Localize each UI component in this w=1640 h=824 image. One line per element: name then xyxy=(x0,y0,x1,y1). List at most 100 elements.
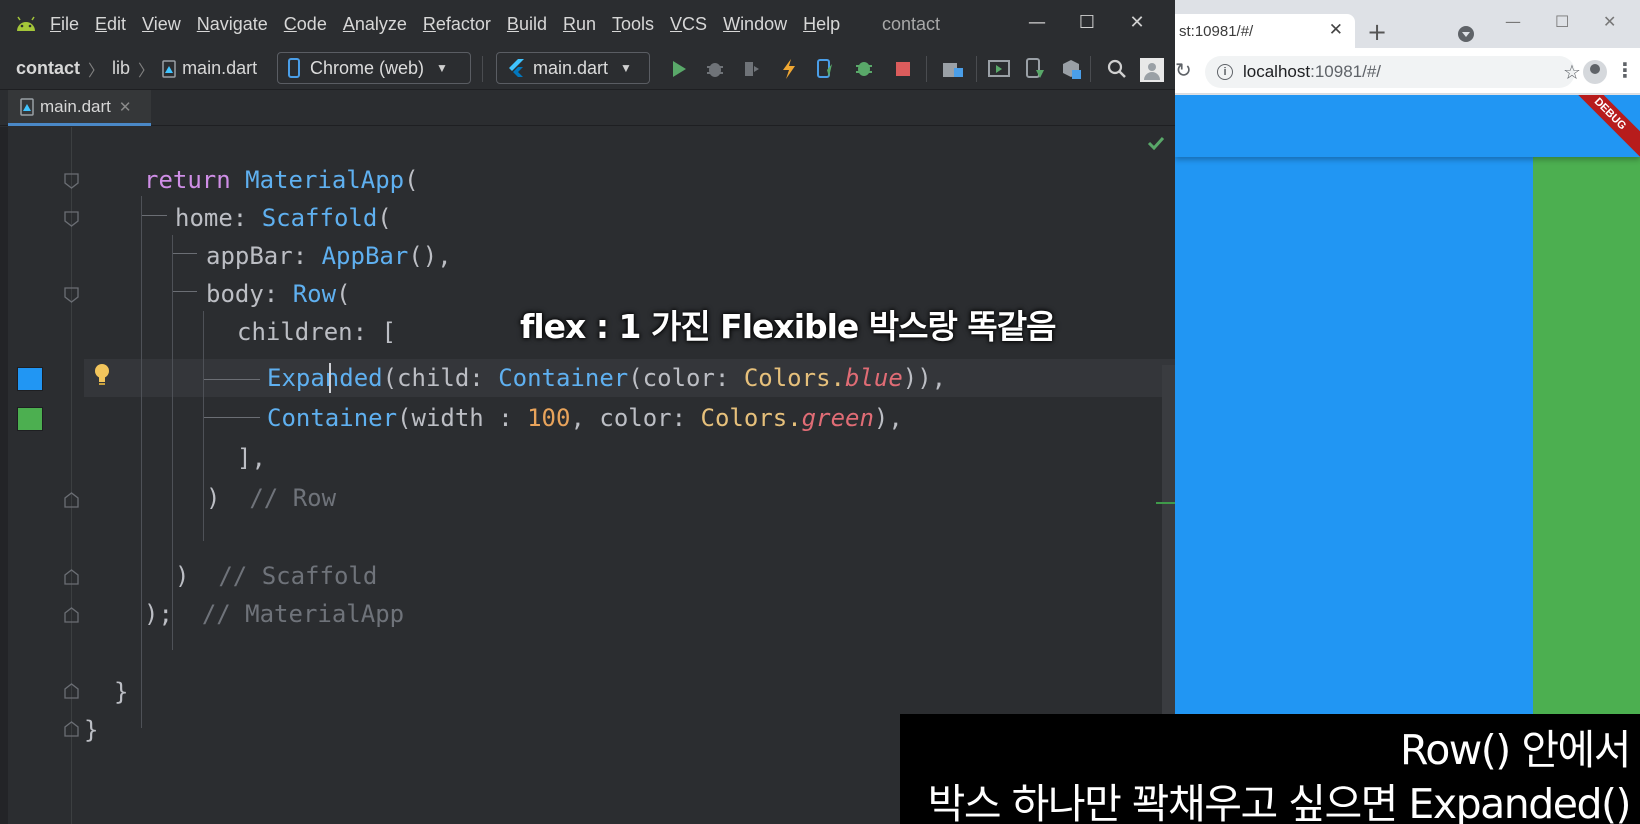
code-token: children: xyxy=(237,318,368,346)
close-icon[interactable]: ✕ xyxy=(119,98,132,116)
maximize-icon[interactable]: ☐ xyxy=(1555,12,1569,31)
code-line-11[interactable]: ); // MaterialApp xyxy=(144,595,404,633)
code-token: Container xyxy=(267,404,398,432)
code-line-9[interactable]: ) // Row xyxy=(206,479,336,517)
fold-icon[interactable] xyxy=(64,492,79,508)
toolbar-separator xyxy=(482,56,483,82)
menu-code[interactable]: Code xyxy=(284,14,327,35)
menu-help[interactable]: Help xyxy=(803,14,840,35)
color-swatch-blue[interactable] xyxy=(17,367,43,391)
menu-view[interactable]: View xyxy=(142,14,181,35)
hot-restart-icon[interactable] xyxy=(814,58,836,80)
code-line-8[interactable]: ], xyxy=(237,439,266,477)
editor-edge xyxy=(0,127,8,824)
hot-reload-icon[interactable] xyxy=(778,58,800,80)
run-config-selector[interactable]: main.dart ▼ xyxy=(496,52,650,84)
address-bar[interactable]: i localhost:10981/#/ ☆ xyxy=(1205,56,1581,88)
fold-icon[interactable] xyxy=(64,211,79,227)
menu-file[interactable]: File xyxy=(50,14,79,35)
fold-icon[interactable] xyxy=(64,607,79,623)
code-line-2[interactable]: home: Scaffold( xyxy=(175,199,392,237)
browser-toolbar: ↻ i localhost:10981/#/ ☆ ⋮ xyxy=(1175,48,1640,94)
lightbulb-icon[interactable] xyxy=(92,362,112,392)
fold-icon[interactable] xyxy=(64,287,79,303)
new-tab-icon[interactable]: + xyxy=(1367,18,1387,46)
stop-icon[interactable] xyxy=(892,58,914,80)
minimize-icon[interactable]: — xyxy=(1505,12,1521,31)
device-selector[interactable]: Chrome (web) ▼ xyxy=(277,52,471,84)
android-icon[interactable] xyxy=(14,12,38,36)
info-icon[interactable]: i xyxy=(1217,64,1233,80)
chevron-right-icon: 〉 xyxy=(138,60,155,80)
fold-icon[interactable] xyxy=(64,683,79,699)
code-token: ) xyxy=(206,484,221,512)
code-token: (color: xyxy=(628,364,744,392)
code-line-13[interactable]: } xyxy=(84,711,98,749)
menu-window[interactable]: Window xyxy=(723,14,787,35)
fold-icon[interactable] xyxy=(64,569,79,585)
menu-run[interactable]: Run xyxy=(563,14,596,35)
indent-guide xyxy=(173,291,197,292)
color-swatch-green[interactable] xyxy=(17,407,43,431)
code-token: } xyxy=(114,678,129,706)
dart-file-icon xyxy=(20,97,34,116)
minimize-icon[interactable]: — xyxy=(1022,10,1052,36)
device-selector-label: Chrome (web) xyxy=(310,57,425,78)
menu-vcs[interactable]: VCS xyxy=(670,14,707,35)
chevron-right-icon: 〉 xyxy=(88,60,105,80)
more-icon[interactable]: ⋮ xyxy=(1615,58,1635,82)
breadcrumb-file[interactable]: main.dart xyxy=(182,58,257,79)
browser-tab-strip: st:10981/#/ ✕ + — ☐ ✕ xyxy=(1175,0,1640,48)
flutter-icon xyxy=(507,58,525,78)
menu-bar: File Edit View Navigate Code Analyze Ref… xyxy=(0,0,1175,48)
browser-tab[interactable]: st:10981/#/ ✕ xyxy=(1175,14,1355,48)
menu-edit[interactable]: Edit xyxy=(95,14,126,35)
code-line-4[interactable]: body: Row( xyxy=(206,275,351,313)
code-line-10[interactable]: ) // Scaffold xyxy=(175,557,377,595)
code-line-1[interactable]: return MaterialApp( xyxy=(144,161,419,199)
menu-navigate[interactable]: Navigate xyxy=(197,14,268,35)
fold-icon[interactable] xyxy=(64,721,79,737)
close-icon[interactable]: ✕ xyxy=(1122,10,1152,36)
menu-build[interactable]: Build xyxy=(507,14,547,35)
tab-search-icon[interactable] xyxy=(1458,26,1474,42)
attach-debugger-icon[interactable] xyxy=(854,58,876,80)
breadcrumb-folder[interactable]: lib xyxy=(112,58,130,79)
indent-guide xyxy=(204,417,260,418)
code-token: (child: xyxy=(382,364,499,392)
star-icon[interactable]: ☆ xyxy=(1563,60,1581,84)
indent-guide xyxy=(204,379,260,380)
coverage-icon[interactable] xyxy=(740,58,762,80)
close-icon[interactable]: ✕ xyxy=(1329,20,1343,40)
menu-analyze[interactable]: Analyze xyxy=(343,14,407,35)
menu-refactor[interactable]: Refactor xyxy=(423,14,491,35)
code-line-3[interactable]: appBar: AppBar(), xyxy=(206,237,452,275)
fold-icon[interactable] xyxy=(64,173,79,189)
code-line-5[interactable]: children: [ xyxy=(237,313,396,351)
close-icon[interactable]: ✕ xyxy=(1603,12,1616,31)
code-token: Colors. xyxy=(743,364,845,392)
sdk-manager-icon[interactable] xyxy=(1024,58,1046,80)
avatar[interactable] xyxy=(1583,60,1607,84)
device-manager-icon[interactable] xyxy=(988,58,1010,80)
code-line-12[interactable]: } xyxy=(114,673,128,711)
code-token: Expanded xyxy=(267,364,383,392)
user-icon[interactable] xyxy=(1140,58,1164,82)
phone-icon xyxy=(288,58,300,78)
tab-main-dart[interactable]: main.dart ✕ xyxy=(8,90,151,126)
project-structure-icon[interactable] xyxy=(942,58,964,80)
code-token: [ xyxy=(381,318,396,346)
reload-icon[interactable]: ↻ xyxy=(1175,58,1192,82)
indent-guide xyxy=(172,235,173,650)
debug-icon[interactable] xyxy=(704,58,726,80)
code-line-7[interactable]: Container(width : 100, color: Colors.gre… xyxy=(267,399,903,437)
run-icon[interactable] xyxy=(668,58,690,80)
code-line-6[interactable]: Expanded(child: Container(color: Colors.… xyxy=(267,359,946,397)
breadcrumb-project[interactable]: contact xyxy=(16,58,80,79)
maximize-icon[interactable]: ☐ xyxy=(1072,10,1102,36)
browser-tab-title: st:10981/#/ xyxy=(1179,22,1254,40)
menu-tools[interactable]: Tools xyxy=(612,14,654,35)
search-icon[interactable] xyxy=(1106,58,1128,80)
indent-guide xyxy=(142,215,167,216)
package-icon[interactable] xyxy=(1060,58,1082,80)
